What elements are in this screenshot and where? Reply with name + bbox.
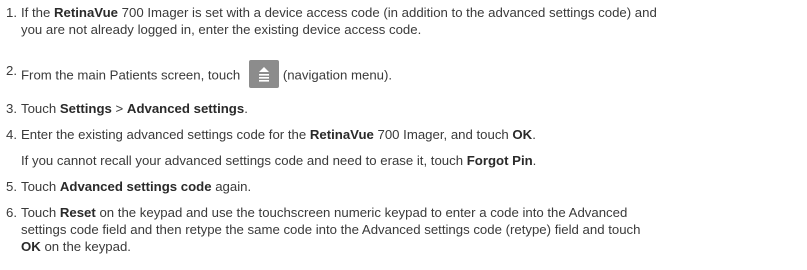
reset-label: Reset — [59, 205, 96, 220]
settings-label: Settings — [59, 101, 112, 116]
step-text: If the RetinaVue 700 Imager is set with … — [21, 5, 657, 37]
ok-label: OK — [21, 239, 41, 254]
navigation-menu-icon — [248, 60, 279, 88]
step-number: 3. — [6, 101, 17, 116]
step-4: 4. Enter the existing advanced settings … — [6, 126, 801, 143]
product-name: RetinaVue — [54, 5, 118, 20]
step-number: 4. — [6, 127, 17, 142]
step-1: 1. If the RetinaVue 700 Imager is set wi… — [6, 4, 801, 38]
step-text: Touch Settings > Advanced settings. — [21, 101, 248, 116]
step-text: Touch Advanced settings code again. — [21, 179, 252, 194]
step-number: 2. — [6, 63, 17, 78]
step-2: 2. From the main Patients screen, touch … — [6, 60, 801, 90]
step-4-note: If you cannot recall your advanced setti… — [21, 153, 537, 168]
step-text: Touch Reset on the keypad and use the to… — [21, 205, 641, 254]
ok-label: OK — [512, 127, 533, 142]
product-name: RetinaVue — [309, 127, 374, 142]
step-5: 5. Touch Advanced settings code again. — [6, 178, 801, 195]
step-number: 6. — [6, 205, 17, 220]
step-3: 3. Touch Settings > Advanced settings. — [6, 100, 801, 117]
step-6: 6. Touch Reset on the keypad and use the… — [6, 204, 801, 255]
forgot-pin-label: Forgot Pin — [466, 153, 533, 168]
step-text: From the main Patients screen, touch (na… — [21, 60, 801, 90]
advanced-settings-label: Advanced settings — [126, 101, 245, 116]
advanced-settings-code-label: Advanced settings code — [59, 179, 212, 194]
step-number: 5. — [6, 179, 17, 194]
step-text: Enter the existing advanced settings cod… — [21, 127, 536, 142]
step-number: 1. — [6, 5, 17, 20]
